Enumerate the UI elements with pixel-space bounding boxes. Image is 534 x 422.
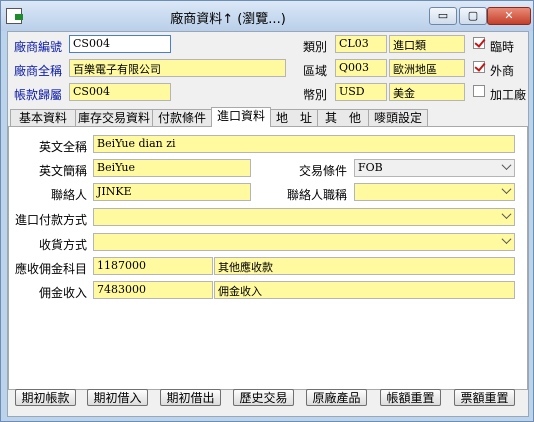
commission-account-code-field[interactable]: 1187000 [93,257,213,275]
opening-lend-out-button[interactable]: 期初借出 [160,389,221,406]
tab-import[interactable]: 進口資料 [211,107,271,127]
maximize-button[interactable]: ▢ [459,7,487,25]
contact-title-select[interactable] [354,183,515,201]
contact-label: 聯絡人 [51,188,88,202]
commission-account-name-field: 其他應收款 [214,257,515,275]
processing-label: 加工廠 [490,88,527,102]
tab-mark[interactable]: 嘜頭設定 [368,109,428,126]
form-client: 廠商編號 CS004 類別 CL03 進口類 臨時 廠商全稱 百樂電子有限公司 … [7,31,529,417]
chevron-down-icon[interactable] [503,237,511,245]
opening-balance-button[interactable]: 期初帳款 [15,389,76,406]
vendor-code-label: 廠商編號 [14,40,63,54]
tab-inventory[interactable]: 庫存交易資料 [75,109,153,126]
contact-title-label: 聯絡人職稱 [287,188,348,202]
region-name-field: 歐洲地區 [389,59,465,77]
account-field[interactable]: CS004 [69,83,171,101]
full-name-field[interactable]: BeiYue dian zi [93,135,515,153]
vendor-window: 廠商資料↑ (瀏覽...) ▭ ▢ ✕ 廠商編號 CS004 類別 CL03 進… [0,0,534,422]
account-label: 帳款歸屬 [14,88,63,102]
close-button[interactable]: ✕ [487,7,531,25]
import-panel: 英文全稱 BeiYue dian zi 英文簡稱 BeiYue 交易條件 FOB… [8,126,528,390]
category-name-field: 進口類 [389,35,465,53]
tab-other[interactable]: 其 他 [317,109,369,126]
commission-account-label: 應收佣金科目 [15,262,88,276]
category-code-field[interactable]: CL03 [335,35,387,53]
commission-income-name-field: 佣金收入 [214,281,515,299]
history-button[interactable]: 歷史交易 [233,389,294,406]
tab-basic[interactable]: 基本資料 [10,109,76,126]
tab-payment[interactable]: 付款條件 [152,109,212,126]
currency-code-field[interactable]: USD [335,83,387,101]
receipt-label: 收貨方式 [39,238,88,252]
currency-label: 幣別 [303,88,328,102]
short-name-field[interactable]: BeiYue [93,159,251,177]
payment-select[interactable] [93,208,515,226]
reset-note-amount-button[interactable]: 票額重置 [454,389,515,406]
currency-name-field: 美金 [389,83,465,101]
tab-bar: 基本資料 庫存交易資料 付款條件 進口資料 地 址 其 他 嘜頭設定 [8,107,528,127]
title-bar: 廠商資料↑ (瀏覽...) ▭ ▢ ✕ [1,1,533,31]
vendor-name-label: 廠商全稱 [14,64,63,78]
chevron-down-icon[interactable] [503,163,511,171]
category-label: 類別 [303,40,328,54]
reset-account-amount-button[interactable]: 帳額重置 [380,389,441,406]
original-products-button[interactable]: 原廠產品 [306,389,367,406]
trade-terms-label: 交易條件 [299,164,348,178]
temp-label: 臨時 [490,40,515,54]
temp-checkbox[interactable] [473,37,485,49]
contact-field[interactable]: JINKE [93,183,251,201]
vendor-name-field[interactable]: 百樂電子有限公司 [69,59,286,77]
chevron-down-icon[interactable] [503,212,511,220]
vendor-code-field[interactable]: CS004 [69,35,171,53]
opening-borrow-in-button[interactable]: 期初借入 [87,389,148,406]
foreign-label: 外商 [490,64,515,78]
commission-income-label: 佣金收入 [39,286,88,300]
foreign-checkbox[interactable] [473,61,485,73]
trade-terms-value: FOB [358,161,383,174]
payment-label: 進口付款方式 [15,213,88,227]
region-label: 區域 [303,64,328,78]
trade-terms-select[interactable]: FOB [354,159,515,177]
chevron-down-icon[interactable] [503,187,511,195]
commission-income-code-field[interactable]: 7483000 [93,281,213,299]
receipt-select[interactable] [93,233,515,251]
window-title: 廠商資料↑ (瀏覽...) [170,12,286,27]
minimize-button[interactable]: ▭ [429,7,457,25]
tab-address[interactable]: 地 址 [270,109,318,126]
short-name-label: 英文簡稱 [39,164,88,178]
processing-checkbox[interactable] [473,85,485,97]
full-name-label: 英文全稱 [39,140,88,154]
region-code-field[interactable]: Q003 [335,59,387,77]
